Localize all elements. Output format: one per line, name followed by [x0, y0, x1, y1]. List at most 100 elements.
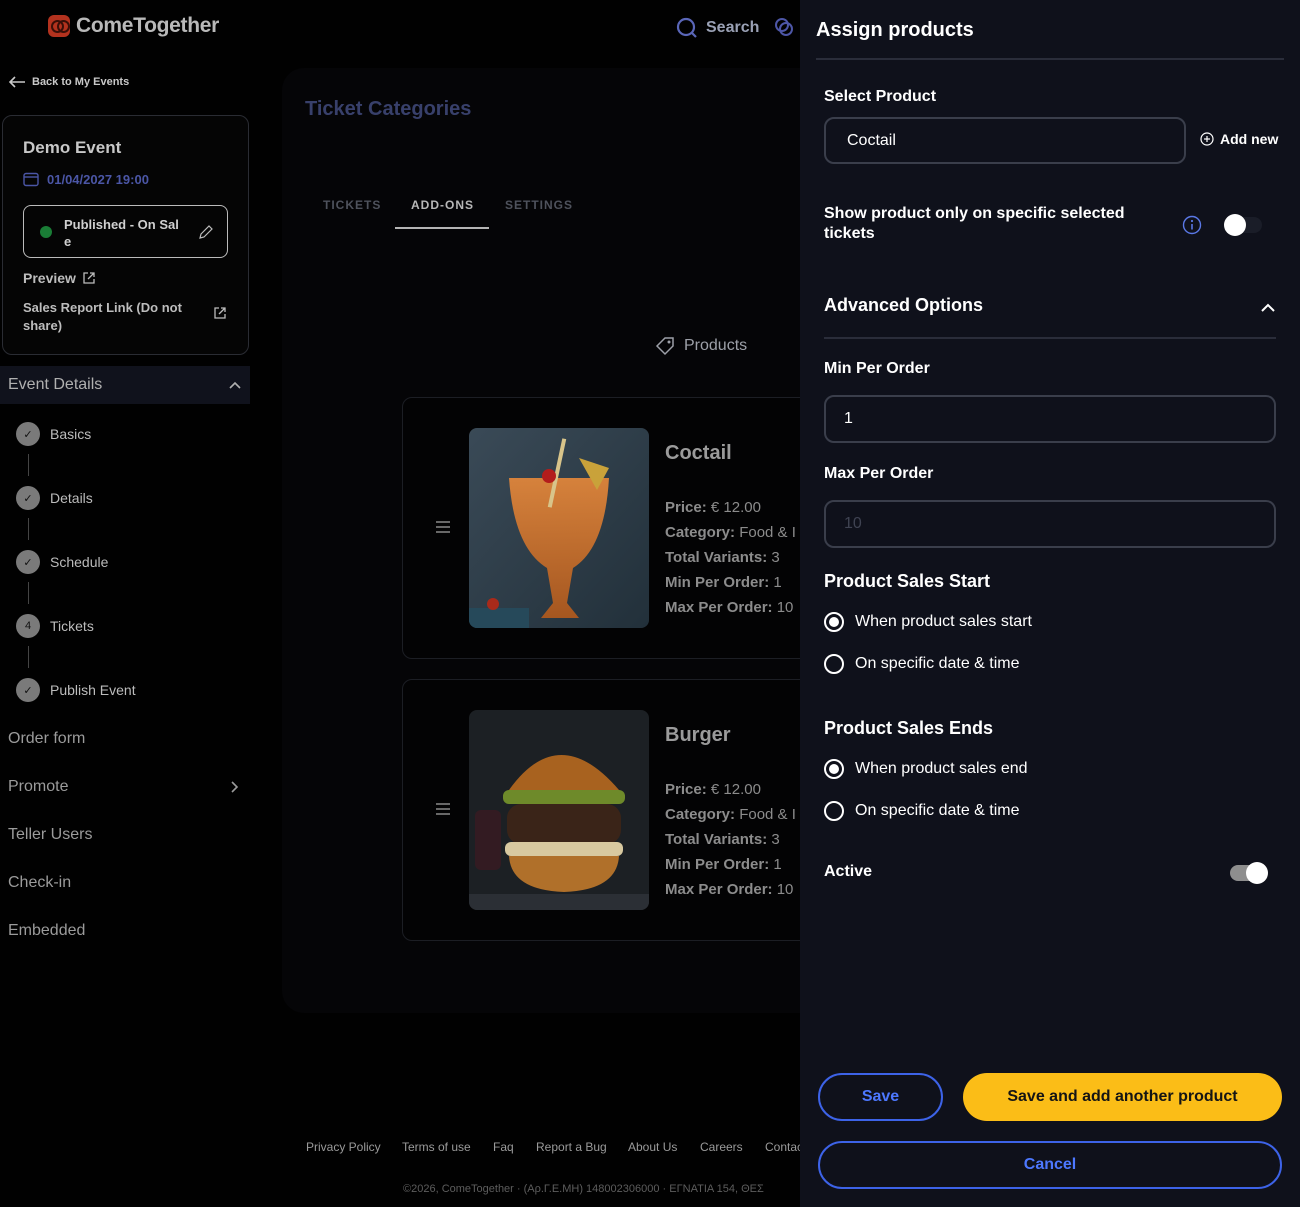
max-per-order-input[interactable] — [824, 500, 1276, 548]
sales-end-option-when[interactable]: When product sales end — [824, 759, 1028, 779]
sales-report-link[interactable]: Sales Report Link (Do not share) — [23, 299, 203, 335]
footer-careers[interactable]: Careers — [700, 1140, 743, 1154]
step-details[interactable]: ✓ Details — [16, 486, 93, 510]
radio-label: On specific date & time — [855, 655, 1020, 672]
check-icon: ✓ — [16, 422, 40, 446]
sales-end-label: Product Sales Ends — [824, 718, 994, 738]
page-title: Ticket Categories — [305, 98, 472, 120]
step-schedule[interactable]: ✓ Schedule — [16, 550, 108, 574]
step-connector — [28, 646, 29, 668]
step-connector — [28, 454, 29, 476]
tag-icon — [655, 337, 674, 356]
active-label: Active — [824, 863, 873, 880]
footer-about-us[interactable]: About Us — [628, 1140, 677, 1154]
step-label: Details — [50, 490, 93, 506]
category-value: Food & I — [739, 806, 796, 823]
radio-checked[interactable] — [824, 612, 844, 632]
category-value: Food & I — [739, 524, 796, 541]
max-per-order-label: Max Per Order — [824, 465, 934, 482]
product-variants: Total Variants: 3 — [665, 831, 780, 848]
product-card-coctail[interactable]: Coctail Price: € 12.00 Category: Food & … — [402, 397, 822, 659]
min-per-order-input[interactable] — [824, 395, 1276, 443]
add-new-button[interactable]: Add new — [1200, 131, 1278, 147]
products-heading: Products — [654, 335, 747, 357]
step-label: Schedule — [50, 554, 109, 570]
status-box[interactable]: Published - On Sale — [23, 205, 228, 258]
external-link-icon[interactable] — [213, 306, 227, 320]
cancel-button[interactable]: Cancel — [818, 1141, 1282, 1189]
step-tickets[interactable]: 4 Tickets — [16, 614, 94, 638]
radio-label: On specific date & time — [855, 802, 1020, 819]
nav-teller-users[interactable]: Teller Users — [8, 826, 92, 844]
footer-contact[interactable]: Contac — [765, 1140, 803, 1154]
product-card-burger[interactable]: Burger Price: € 12.00 Category: Food & I… — [402, 679, 822, 941]
translate-icon[interactable] — [774, 17, 794, 37]
sales-start-option-specific[interactable]: On specific date & time — [824, 654, 1020, 674]
footer-copyright: ©2026, ComeTogether · (Αρ.Γ.Ε.ΜΗ) 148002… — [403, 1183, 764, 1195]
footer-faq[interactable]: Faq — [493, 1140, 514, 1154]
show-specific-label: Show product only on specific selected t… — [824, 205, 1125, 242]
variants-label: Total Variants: — [665, 831, 768, 848]
footer-terms[interactable]: Terms of use — [402, 1140, 471, 1154]
sales-end-option-specific[interactable]: On specific date & time — [824, 801, 1020, 821]
app-logo[interactable]: ComeTogether — [48, 14, 219, 38]
pencil-icon[interactable] — [198, 224, 214, 240]
select-product-dropdown[interactable]: Coctail — [824, 117, 1186, 164]
category-label: Category: — [665, 524, 736, 541]
category-label: Category: — [665, 806, 736, 823]
nav-order-form[interactable]: Order form — [8, 730, 85, 748]
tab-tickets[interactable]: TICKETS — [323, 198, 381, 212]
chevron-right-icon[interactable] — [230, 780, 240, 794]
tab-add-ons[interactable]: ADD-ONS — [411, 198, 474, 212]
nav-promote[interactable]: Promote — [8, 778, 68, 796]
sales-start-option-when[interactable]: When product sales start — [824, 612, 1032, 632]
price-value: € 12.00 — [710, 499, 761, 516]
burger-image — [469, 710, 649, 910]
product-price: Price: € 12.00 — [665, 499, 761, 516]
product-category: Category: Food & I — [665, 524, 796, 541]
product-min: Min Per Order: 1 — [665, 856, 782, 873]
step-publish-event[interactable]: ✓ Publish Event — [16, 678, 136, 702]
min-label: Min Per Order: — [665, 574, 770, 591]
products-label: Products — [684, 337, 748, 354]
info-icon[interactable] — [1182, 215, 1202, 235]
save-button[interactable]: Save — [818, 1073, 943, 1121]
product-name: Burger — [665, 724, 731, 746]
radio-unchecked[interactable] — [824, 654, 844, 674]
step-label: Basics — [50, 426, 92, 442]
max-value: 10 — [776, 599, 794, 616]
back-to-events-link[interactable]: Back to My Events — [8, 76, 129, 88]
footer-report-bug[interactable]: Report a Bug — [536, 1140, 607, 1154]
calendar-icon — [23, 172, 39, 187]
price-label: Price: — [665, 499, 707, 516]
show-specific-toggle[interactable] — [1224, 214, 1262, 236]
active-toggle[interactable] — [1230, 862, 1268, 884]
radio-unchecked[interactable] — [824, 801, 844, 821]
footer-privacy-policy[interactable]: Privacy Policy — [306, 1140, 381, 1154]
drawer-title: Assign products — [816, 19, 974, 41]
preview-link[interactable]: Preview — [23, 270, 96, 286]
radio-label: When product sales start — [855, 613, 1032, 630]
radio-checked[interactable] — [824, 759, 844, 779]
step-basics[interactable]: ✓ Basics — [16, 422, 91, 446]
drag-handle-icon[interactable] — [435, 520, 451, 534]
toggle-knob — [1224, 214, 1246, 236]
save-and-add-another-button[interactable]: Save and add another product — [963, 1073, 1282, 1121]
chevron-up-icon[interactable] — [1260, 302, 1276, 314]
min-label: Min Per Order: — [665, 856, 770, 873]
step-number: 4 — [16, 614, 40, 638]
price-label: Price: — [665, 781, 707, 798]
back-label: Back to My Events — [32, 76, 130, 88]
nav-check-in[interactable]: Check-in — [8, 874, 71, 892]
event-date: 01/04/2027 19:00 — [23, 171, 149, 187]
drawer-divider — [816, 58, 1284, 60]
top-search[interactable]: Search — [676, 17, 759, 39]
advanced-options-header[interactable]: Advanced Options — [824, 295, 983, 316]
max-value: 10 — [776, 881, 794, 898]
event-details-section[interactable]: Event Details — [0, 366, 250, 404]
min-value: 1 — [773, 856, 782, 873]
price-value: € 12.00 — [710, 781, 761, 798]
nav-embedded[interactable]: Embedded — [8, 922, 85, 940]
drag-handle-icon[interactable] — [435, 802, 451, 816]
tab-settings[interactable]: SETTINGS — [505, 198, 573, 212]
